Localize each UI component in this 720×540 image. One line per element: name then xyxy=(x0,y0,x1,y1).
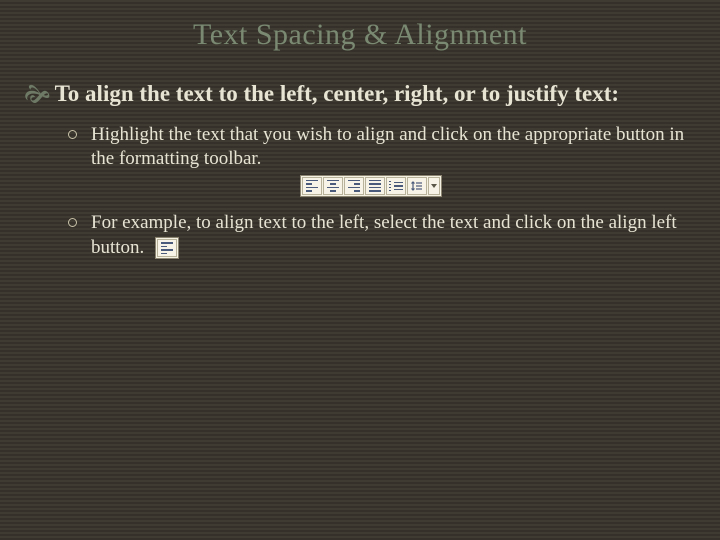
sub-bullet-item: For example, to align text to the left, … xyxy=(68,211,696,260)
justify-button[interactable] xyxy=(365,177,385,195)
main-bullet-text: To align the text to the left, center, r… xyxy=(55,80,619,109)
align-left-button[interactable] xyxy=(302,177,322,195)
sub-bullet-list: Highlight the text that you wish to alig… xyxy=(24,123,696,260)
ring-bullet-icon xyxy=(68,218,77,227)
toolbar-dropdown-button[interactable] xyxy=(428,177,440,195)
align-right-button[interactable] xyxy=(344,177,364,195)
align-left-example xyxy=(155,237,179,259)
slide: Text Spacing & Alignment 🙞 To align the … xyxy=(0,0,720,540)
alignment-toolbar xyxy=(300,175,442,197)
align-left-button[interactable] xyxy=(157,239,177,257)
sub-bullet-a-text: Highlight the text that you wish to alig… xyxy=(91,124,684,170)
bullet-decor-icon: 🙞 xyxy=(24,82,51,108)
ring-bullet-icon xyxy=(68,130,77,139)
numbered-list-button[interactable] xyxy=(386,177,406,195)
sub-bullet-item: Highlight the text that you wish to alig… xyxy=(68,123,696,197)
main-bullet: 🙞 To align the text to the left, center,… xyxy=(24,80,696,109)
slide-title: Text Spacing & Alignment xyxy=(24,18,696,52)
align-center-button[interactable] xyxy=(323,177,343,195)
sub-bullet-text: For example, to align text to the left, … xyxy=(91,211,696,260)
sub-bullet-text: Highlight the text that you wish to alig… xyxy=(91,123,696,197)
line-spacing-button[interactable] xyxy=(407,177,427,195)
